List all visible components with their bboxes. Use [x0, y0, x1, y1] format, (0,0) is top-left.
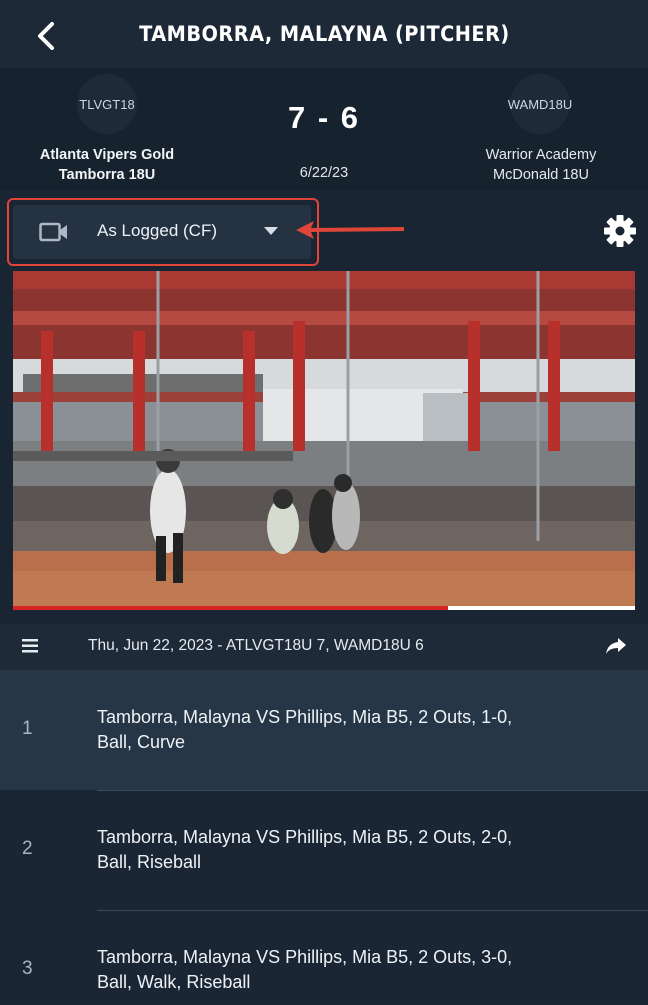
- video-progress-bar[interactable]: [13, 606, 635, 610]
- home-team-name: Atlanta Vipers Gold Tamborra 18U: [0, 145, 214, 185]
- game-summary-text: Thu, Jun 22, 2023 - ATLVGT18U 7, WAMD18U…: [88, 637, 424, 654]
- play-description: Tamborra, Malayna VS Phillips, Mia B5, 2…: [97, 825, 597, 875]
- video-frame-image: [13, 271, 635, 610]
- chevron-left-icon: [38, 22, 54, 50]
- play-list: 1 Tamborra, Malayna VS Phillips, Mia B5,…: [0, 670, 648, 1005]
- top-bar: TAMBORRA, MALAYNA (PITCHER): [0, 0, 648, 68]
- play-description-line1: Tamborra, Malayna VS Phillips, Mia B5, 2…: [97, 827, 513, 847]
- play-list-item[interactable]: 3 Tamborra, Malayna VS Phillips, Mia B5,…: [0, 910, 648, 1005]
- share-arrow-icon[interactable]: [604, 635, 628, 657]
- play-description-line2: Ball, Walk, Riseball: [97, 972, 251, 992]
- play-description-line2: Ball, Curve: [97, 732, 186, 752]
- play-list-header: Thu, Jun 22, 2023 - ATLVGT18U 7, WAMD18U…: [0, 624, 648, 670]
- hamburger-menu-icon[interactable]: [22, 637, 42, 655]
- game-date: 6/22/23: [299, 165, 349, 181]
- back-button[interactable]: [26, 16, 66, 56]
- game-score: 7 - 6: [287, 100, 361, 135]
- play-list-item[interactable]: 2 Tamborra, Malayna VS Phillips, Mia B5,…: [0, 790, 648, 910]
- play-description: Tamborra, Malayna VS Phillips, Mia B5, 2…: [97, 705, 597, 755]
- away-team-name-line1: Warrior Academy: [485, 147, 597, 163]
- away-team-name: Warrior Academy McDonald 18U: [434, 145, 648, 185]
- arrow-left-icon: [296, 221, 404, 239]
- gear-icon[interactable]: [602, 213, 638, 249]
- video-progress-fill: [13, 606, 449, 610]
- play-description: Tamborra, Malayna VS Phillips, Mia B5, 2…: [97, 945, 597, 995]
- play-description-line1: Tamborra, Malayna VS Phillips, Mia B5, 2…: [97, 947, 513, 967]
- page-title: TAMBORRA, MALAYNA (PITCHER): [138, 22, 510, 46]
- play-number: 2: [22, 838, 33, 859]
- home-team-logo: TLVGT18: [77, 74, 137, 134]
- video-player[interactable]: [13, 271, 635, 610]
- away-team-logo: WAMD18U: [508, 74, 572, 134]
- divider: [97, 910, 648, 911]
- play-description-line2: Ball, Riseball: [97, 852, 202, 872]
- home-team-name-line1: Atlanta Vipers Gold: [39, 147, 175, 163]
- away-team-name-line2: McDonald 18U: [493, 167, 589, 183]
- home-team-name-line2: Tamborra 18U: [58, 167, 156, 183]
- divider: [97, 790, 648, 791]
- play-number: 3: [22, 958, 33, 979]
- play-description-line1: Tamborra, Malayna VS Phillips, Mia B5, 2…: [97, 707, 513, 727]
- play-number: 1: [22, 718, 33, 739]
- annotation-highlight-box: [7, 198, 319, 266]
- play-list-item[interactable]: 1 Tamborra, Malayna VS Phillips, Mia B5,…: [0, 670, 648, 790]
